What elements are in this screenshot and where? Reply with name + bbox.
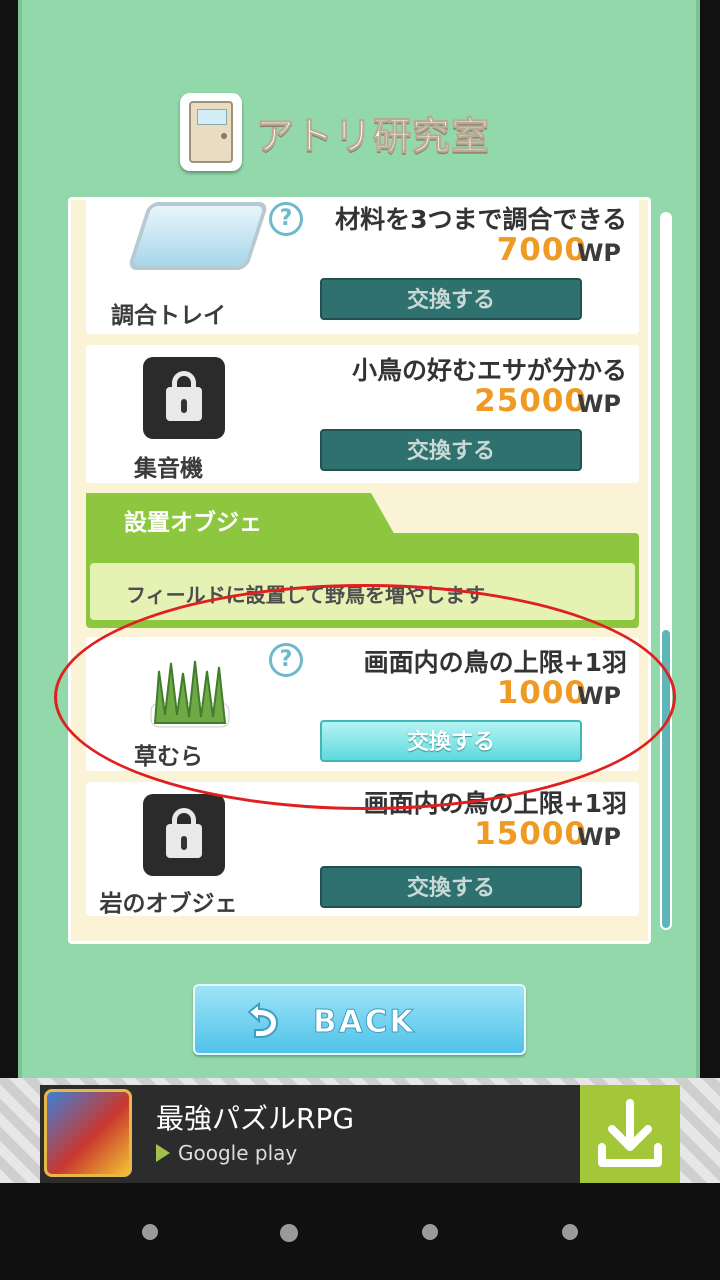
item-price-unit: WP	[576, 239, 621, 267]
page-title: アトリ研究室	[255, 113, 491, 158]
shop-item-rock-object: 岩のオブジェ 画面内の鳥の上限+1羽 15000 WP 交換する	[86, 782, 639, 917]
help-icon[interactable]: ?	[269, 643, 303, 677]
navigation-bar	[0, 1183, 720, 1280]
download-button[interactable]	[580, 1085, 680, 1183]
back-arrow-icon	[247, 1001, 279, 1038]
section-description-box: フィールドに設置して野鳥を増やします	[90, 563, 635, 620]
download-icon	[598, 1099, 662, 1167]
shop-item-tray: 調合トレイ ? 材料を3つまで調合できる 7000 WP 交換する	[86, 200, 639, 334]
back-button[interactable]: BACK	[193, 984, 526, 1055]
help-icon[interactable]: ?	[269, 202, 303, 236]
item-description: 画面内の鳥の上限+1羽	[363, 789, 627, 818]
nav-home-icon[interactable]	[280, 1224, 298, 1242]
google-play-icon	[156, 1144, 170, 1162]
tray-icon	[126, 202, 270, 270]
game-screen: アトリ研究室 調合トレイ ? 材料を3つまで調合できる 7000 WP 交換する…	[0, 0, 720, 1183]
item-price-unit: WP	[576, 390, 621, 418]
lock-icon	[143, 794, 225, 876]
section-title: 設置オブジェ	[124, 510, 262, 536]
ad-banner[interactable]: 最強パズルRPG Google play	[40, 1085, 680, 1183]
item-description: 小鳥の好むエサが分かる	[351, 356, 627, 385]
item-price-unit: WP	[576, 823, 621, 851]
scrollbar-thumb[interactable]	[662, 630, 670, 928]
page-header: アトリ研究室	[180, 92, 490, 172]
item-label: 岩のオブジェ	[99, 891, 238, 917]
exchange-button[interactable]: 交換する	[320, 429, 582, 471]
game-app-icon	[44, 1089, 132, 1177]
nav-dot-1[interactable]	[142, 1224, 158, 1240]
shop-item-grass: 草むら ? 画面内の鳥の上限+1羽 1000 WP 交換する	[86, 637, 639, 771]
nav-dot-4[interactable]	[562, 1224, 578, 1240]
ad-store-label: Google play	[178, 1141, 298, 1165]
item-label: 集音機	[134, 456, 203, 482]
list-scrollbar[interactable]	[660, 212, 672, 930]
door-icon	[180, 93, 242, 171]
left-edge	[0, 0, 22, 1085]
shop-list-panel[interactable]: 調合トレイ ? 材料を3つまで調合できる 7000 WP 交換する 集音機 小鳥…	[68, 197, 651, 944]
lock-icon	[143, 357, 225, 439]
nav-dot-3[interactable]	[422, 1224, 438, 1240]
grass-icon	[150, 660, 230, 728]
item-description: 画面内の鳥の上限+1羽	[363, 648, 627, 677]
item-description: 材料を3つまで調合できる	[335, 205, 627, 234]
exchange-button[interactable]: 交換する	[320, 866, 582, 908]
section-header: 設置オブジェ フィールドに設置して野鳥を増やします	[86, 493, 639, 628]
item-label: 草むら	[134, 744, 203, 770]
item-price: 1000	[496, 675, 587, 711]
back-button-label: BACK	[312, 1004, 416, 1041]
ad-title: 最強パズルRPG	[156, 1102, 355, 1135]
item-label: 調合トレイ	[111, 303, 226, 329]
exchange-button[interactable]: 交換する	[320, 720, 582, 762]
shop-item-sound-collector: 集音機 小鳥の好むエサが分かる 25000 WP 交換する	[86, 345, 639, 483]
item-price: 7000	[496, 232, 587, 268]
right-edge	[696, 0, 720, 1085]
item-price: 15000	[474, 816, 587, 852]
item-price-unit: WP	[576, 682, 621, 710]
ad-store-badge: Google play	[156, 1141, 297, 1165]
section-description: フィールドに設置して野鳥を増やします	[126, 583, 485, 607]
item-price: 25000	[474, 383, 587, 419]
exchange-button[interactable]: 交換する	[320, 278, 582, 320]
